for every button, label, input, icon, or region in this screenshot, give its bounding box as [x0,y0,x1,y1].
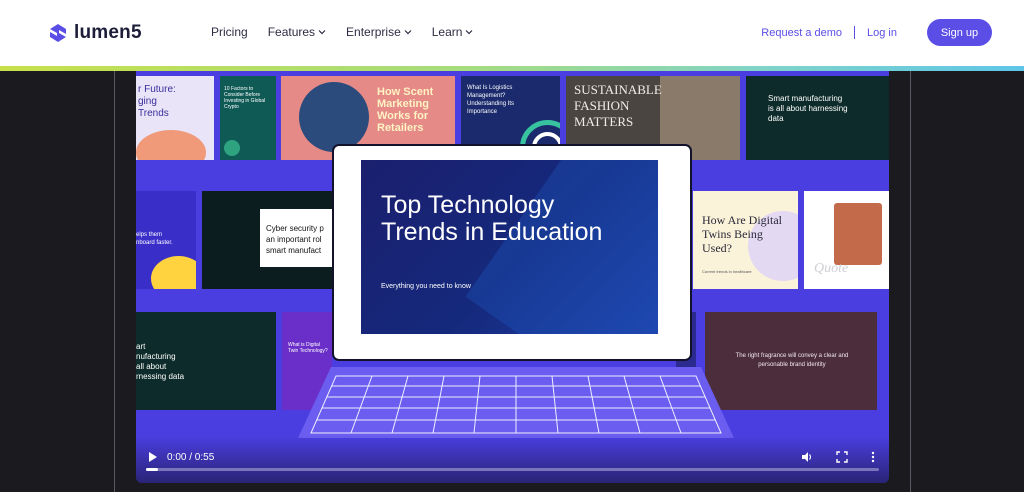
login-link[interactable]: Log in [867,27,897,39]
signup-button[interactable]: Sign up [927,19,992,46]
promo-video[interactable]: r Future: ging Trends 10 Factors to Cons… [136,71,889,483]
fullscreen-icon[interactable] [836,451,848,463]
chevron-down-icon [404,30,412,35]
menu-pricing-label: Pricing [211,25,248,39]
nav-actions: Request a demo Log in Sign up [761,19,992,46]
layout-guide-left [114,71,115,492]
menu-pricing[interactable]: Pricing [211,25,248,39]
layout-guide-right [910,71,911,492]
slide-title: Top Technology Trends in Education [381,191,603,246]
request-demo-link[interactable]: Request a demo [761,27,842,39]
menu-learn-label: Learn [431,25,463,39]
play-icon[interactable] [148,452,158,462]
slide-preview: Top Technology Trends in Education Every… [361,160,658,334]
video-controls: 0:00 / 0:55 [136,436,889,483]
menu-enterprise[interactable]: Enterprise [346,25,412,39]
brand-logo[interactable]: lumen5 [48,22,142,44]
menu-features-label: Features [267,25,316,39]
chevron-down-icon [466,30,473,35]
main-menu: Pricing Features Enterprise Learn [211,25,473,39]
more-options-icon[interactable] [867,451,879,463]
lumen5-logo-icon [50,24,66,42]
video-progress-bar[interactable] [146,468,879,471]
nav-divider [854,26,856,39]
chevron-down-icon [318,30,326,35]
menu-learn[interactable]: Learn [432,25,474,39]
brand-name: lumen5 [74,22,142,43]
video-time: 0:00 / 0:55 [167,452,215,463]
menu-features[interactable]: Features [268,25,326,39]
slide-subtitle: Everything you need to know [381,283,471,290]
menu-enterprise-label: Enterprise [346,25,401,39]
laptop-screen: Top Technology Trends in Education Every… [332,144,692,361]
video-progress-fill [146,468,158,471]
top-nav: lumen5 Pricing Features Enterprise Learn… [0,0,1024,66]
volume-icon[interactable] [801,451,813,463]
